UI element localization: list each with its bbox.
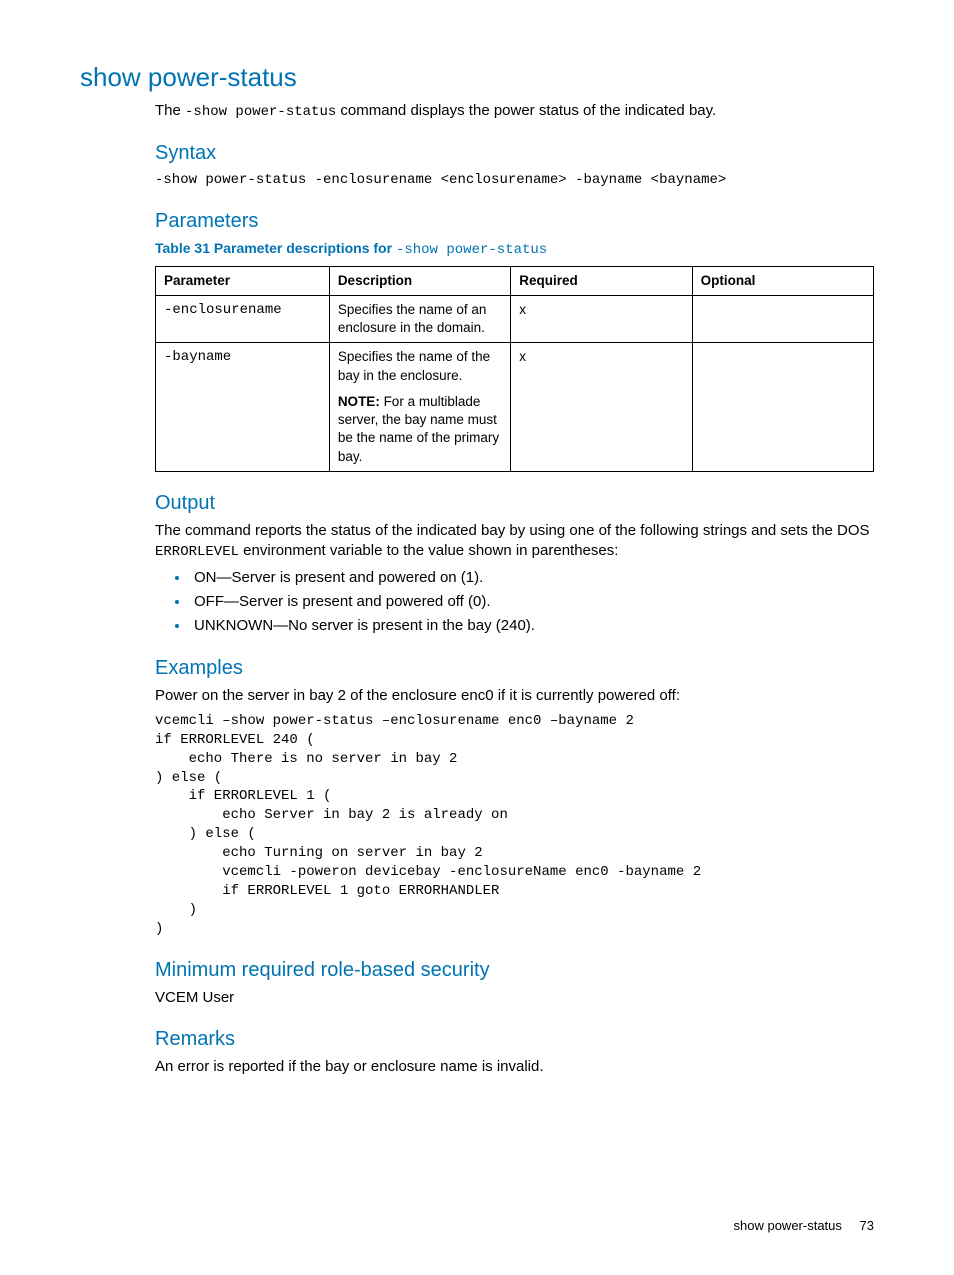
list-item: OFF—Server is present and powered off (0…	[190, 592, 874, 612]
table-row: -enclosurename Specifies the name of an …	[156, 295, 874, 342]
parameters-table: Parameter Description Required Optional …	[155, 266, 874, 472]
cell-desc: Specifies the name of the bay in the enc…	[329, 343, 510, 471]
intro-cmd: -show power-status	[185, 104, 336, 120]
security-text: VCEM User	[155, 988, 874, 1008]
table-caption-cmd: -show power-status	[396, 242, 547, 258]
table-row: -bayname Specifies the name of the bay i…	[156, 343, 874, 471]
footer-page: 73	[860, 1218, 874, 1233]
intro-pre: The	[155, 102, 185, 119]
syntax-line: -show power-status -enclosurename <enclo…	[155, 171, 874, 190]
table-header-row: Parameter Description Required Optional	[156, 266, 874, 295]
output-list: ON—Server is present and powered on (1).…	[155, 568, 874, 637]
list-item: UNKNOWN—No server is present in the bay …	[190, 616, 874, 636]
table-caption-pre: Table 31 Parameter descriptions for	[155, 240, 396, 256]
output-p1-code: ERRORLEVEL	[155, 544, 239, 560]
cell-desc-text: Specifies the name of an enclosure in th…	[338, 302, 487, 335]
cell-note: NOTE: For a multiblade server, the bay n…	[338, 393, 502, 466]
footer-title: show power-status	[734, 1218, 842, 1233]
cell-required: x	[511, 343, 692, 471]
page-footer: show power-status 73	[80, 1217, 874, 1235]
list-item: ON—Server is present and powered on (1).	[190, 568, 874, 588]
output-heading: Output	[155, 490, 874, 517]
cell-desc-text: Specifies the name of the bay in the enc…	[338, 349, 490, 382]
th-required: Required	[511, 266, 692, 295]
syntax-heading: Syntax	[155, 140, 874, 167]
cell-param: -bayname	[156, 343, 330, 471]
security-heading: Minimum required role-based security	[155, 957, 874, 984]
cell-required: x	[511, 295, 692, 342]
th-parameter: Parameter	[156, 266, 330, 295]
table-caption: Table 31 Parameter descriptions for -sho…	[155, 239, 874, 260]
parameters-heading: Parameters	[155, 208, 874, 235]
cell-param: -enclosurename	[156, 295, 330, 342]
remarks-text: An error is reported if the bay or enclo…	[155, 1057, 874, 1077]
intro-text: The -show power-status command displays …	[155, 101, 874, 122]
th-description: Description	[329, 266, 510, 295]
th-optional: Optional	[692, 266, 873, 295]
cell-optional	[692, 343, 873, 471]
examples-heading: Examples	[155, 655, 874, 682]
note-label: NOTE:	[338, 394, 380, 409]
output-paragraph: The command reports the status of the in…	[155, 521, 874, 562]
cell-desc: Specifies the name of an enclosure in th…	[329, 295, 510, 342]
examples-intro: Power on the server in bay 2 of the encl…	[155, 686, 874, 706]
examples-code: vcemcli –show power-status –enclosurenam…	[155, 712, 874, 939]
output-p1-post: environment variable to the value shown …	[239, 542, 618, 559]
intro-post: command displays the power status of the…	[336, 102, 716, 119]
remarks-heading: Remarks	[155, 1026, 874, 1053]
cell-optional	[692, 295, 873, 342]
output-p1-pre: The command reports the status of the in…	[155, 522, 870, 539]
page-title: show power-status	[80, 60, 874, 95]
